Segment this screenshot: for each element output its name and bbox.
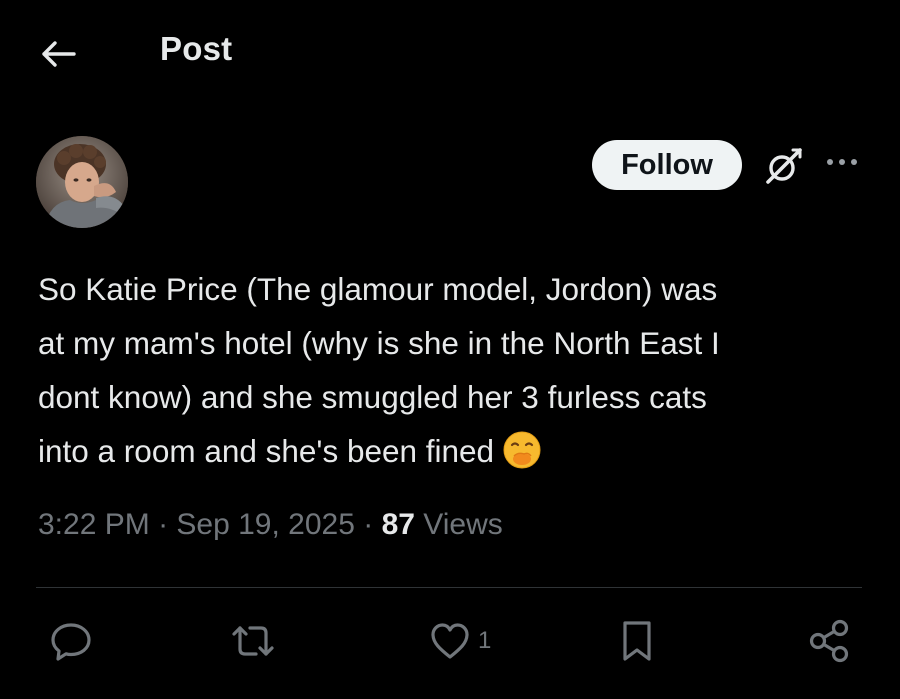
bookmark-button[interactable]	[616, 616, 658, 666]
meta-separator: ·	[354, 508, 382, 541]
avatar[interactable]	[36, 136, 128, 228]
reply-button[interactable]	[48, 616, 94, 666]
back-button[interactable]	[36, 34, 80, 74]
bookmark-icon	[623, 621, 651, 661]
post-date[interactable]: Sep 19, 2025	[176, 508, 355, 541]
post-text-line: So Katie Price (The glamour model, Jordo…	[38, 271, 718, 307]
follow-button[interactable]: Follow	[592, 140, 742, 190]
like-count: 1	[478, 627, 492, 654]
post-text-line-last: into a room and she's been fined	[38, 424, 868, 478]
post-text-line: dont know) and she smuggled her 3 furles…	[38, 379, 707, 415]
like-icon	[431, 623, 469, 659]
top-bar: Post	[0, 0, 900, 105]
reply-icon	[51, 623, 91, 661]
post-page: Post Follow So Katie Price (The glamour …	[0, 0, 900, 699]
back-arrow-icon	[42, 41, 76, 67]
face-with-hand-over-mouth-emoji	[503, 431, 541, 469]
share-icon	[809, 619, 849, 663]
repost-button[interactable]	[228, 616, 278, 666]
grok-icon	[766, 148, 802, 184]
meta-separator: ·	[149, 508, 177, 541]
views-label: Views	[423, 508, 503, 541]
divider	[36, 587, 862, 588]
post-text: So Katie Price (The glamour model, Jordo…	[38, 262, 868, 478]
page-title: Post	[160, 30, 233, 67]
post-text-line: at my mam's hotel (why is she in the Nor…	[38, 325, 720, 361]
more-options-button[interactable]	[822, 150, 862, 174]
post-time[interactable]: 3:22 PM	[38, 508, 150, 541]
repost-icon	[232, 626, 274, 656]
post-meta: 3:22 PM · Sep 19, 2025 · 87 Views	[38, 508, 503, 542]
more-icon	[827, 159, 857, 165]
share-button[interactable]	[806, 616, 854, 666]
post-text-line: into a room and she's been fined	[38, 433, 495, 469]
views-count: 87	[381, 508, 415, 541]
grok-button[interactable]	[762, 144, 806, 188]
like-button[interactable]: 1	[428, 616, 491, 666]
avatar-image	[36, 136, 128, 228]
